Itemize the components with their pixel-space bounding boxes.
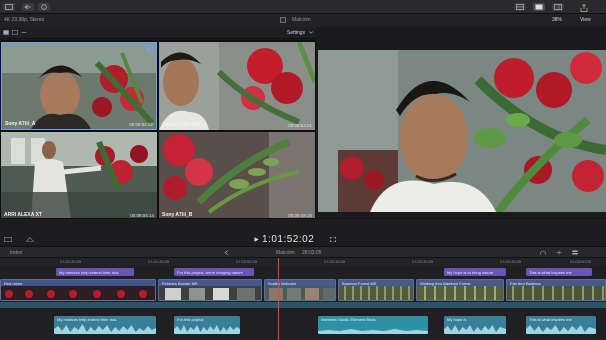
audio-only-icon[interactable] bbox=[21, 30, 27, 35]
angle-1[interactable]: 1 Sony A7iii_A 00:09:52:22 bbox=[1, 42, 157, 130]
layout-browser-icon[interactable] bbox=[514, 3, 526, 11]
top-toolbar bbox=[0, 0, 606, 14]
audio-clip[interactable]: My mentors help extend their trus bbox=[54, 316, 156, 334]
angle-2[interactable]: Canon C300 MII 00:09:53:01 bbox=[159, 42, 315, 130]
angle-index-badge: 1 bbox=[146, 45, 153, 52]
clip-name: My hope is bbox=[447, 317, 467, 322]
timeline-header: Index Malcolm 28:03:05 bbox=[0, 246, 606, 258]
title-clip[interactable]: My hope is to bring nature bbox=[444, 268, 506, 276]
audio-clip[interactable]: This is what inspires me bbox=[526, 316, 596, 334]
ruler-tick: 01:02:45:00 bbox=[500, 259, 522, 264]
back-history-icon[interactable] bbox=[224, 250, 229, 255]
ruler-tick: 01:02:00:00 bbox=[236, 259, 258, 264]
angle-viewer-toolbar: Settings bbox=[0, 27, 316, 39]
clip-name: Interview Studio Element Birds bbox=[321, 317, 376, 322]
clip-name: This is what inspires me bbox=[529, 317, 572, 322]
view-menu[interactable]: View bbox=[580, 17, 591, 23]
clip-name: Red roses bbox=[1, 280, 155, 286]
ruler-tick: 01:02:30:00 bbox=[412, 259, 434, 264]
clip-name: For this project bbox=[177, 317, 204, 322]
angle-name: Sony A7iii_A bbox=[5, 121, 36, 127]
clip-format-info: 4K 23.98p, Stereo bbox=[4, 17, 45, 23]
playhead-timecode: 1:01:52:02 bbox=[262, 234, 315, 245]
library-icon[interactable] bbox=[3, 3, 15, 11]
playhead[interactable] bbox=[278, 258, 279, 340]
angle-viewer: 1 Sony A7iii_A 00:09:52:22 Canon C300 MI… bbox=[0, 40, 316, 231]
viewer-title: Malcolm bbox=[292, 17, 311, 23]
clip-name: Fan thru Bamboo bbox=[507, 280, 605, 286]
project-name: Malcolm bbox=[276, 250, 295, 256]
browser-header: 4K 23.98p, Stereo bbox=[0, 14, 316, 27]
timeline: My mentors help extend their trus For th… bbox=[0, 266, 606, 340]
audio-clip[interactable]: For this project bbox=[174, 316, 240, 334]
title-clip[interactable]: For this project, we're bringing nature bbox=[174, 268, 254, 276]
title-clip[interactable]: My mentors help extend their trus bbox=[56, 268, 134, 276]
play-icon[interactable] bbox=[254, 237, 259, 242]
viewer-header: Malcolm 38% View bbox=[280, 14, 606, 27]
ruler-tick: 01:02:15:00 bbox=[324, 259, 346, 264]
timeline-index-button[interactable]: Index bbox=[10, 250, 22, 256]
import-icon[interactable] bbox=[22, 3, 34, 11]
fullscreen-icon[interactable] bbox=[330, 237, 336, 242]
viewer-image[interactable] bbox=[318, 50, 606, 212]
video-only-icon[interactable] bbox=[12, 30, 18, 35]
storyline-audio[interactable] bbox=[0, 302, 606, 308]
angle-name: Canon C300 MII bbox=[162, 122, 200, 128]
chevron-down-icon bbox=[309, 31, 313, 34]
film-icon bbox=[280, 17, 286, 23]
ruler-tick: 01:01:45:00 bbox=[148, 259, 170, 264]
video-audio-switch-icon[interactable] bbox=[3, 30, 9, 35]
angle-editor-icon[interactable] bbox=[4, 237, 12, 242]
clip-name: Scales Malcolm bbox=[265, 280, 335, 286]
project-duration: 28:03:05 bbox=[302, 250, 322, 256]
transform-icon[interactable] bbox=[26, 237, 34, 242]
video-clip[interactable]: Scales Malcolm bbox=[264, 279, 336, 301]
video-clip[interactable]: Bamboo Forest MS bbox=[338, 279, 414, 301]
ruler-tick: 01:03:00:00 bbox=[570, 259, 592, 264]
video-clip[interactable]: Finishes Bundle MS bbox=[158, 279, 262, 301]
clip-name: My mentors help extend their trus bbox=[57, 317, 117, 322]
clip-name: Finishes Bundle MS bbox=[159, 280, 261, 286]
layout-inspector-icon[interactable] bbox=[552, 3, 564, 11]
audio-clip[interactable]: Interview Studio Element Birds bbox=[318, 316, 428, 334]
headphones-icon[interactable] bbox=[540, 250, 546, 255]
angle-3[interactable]: ARRI ALEXA XT 00:09:04:14 bbox=[1, 132, 157, 220]
video-clip[interactable]: Fan thru Bamboo bbox=[506, 279, 606, 301]
title-clip[interactable]: This is what inspires me bbox=[526, 268, 592, 276]
ruler-tick: 01:01:30:00 bbox=[60, 259, 82, 264]
audio-clip[interactable]: My hope is bbox=[444, 316, 506, 334]
layout-viewer-icon[interactable] bbox=[533, 3, 545, 11]
video-clip[interactable]: Walking thru Bamboo Forest bbox=[416, 279, 504, 301]
video-clip[interactable]: Red roses bbox=[0, 279, 156, 301]
angle-timecode: 00:09:52:22 bbox=[129, 122, 153, 127]
clip-appearance-icon[interactable] bbox=[572, 250, 578, 255]
clip-name: Bamboo Forest MS bbox=[339, 280, 413, 286]
share-icon[interactable] bbox=[578, 3, 590, 12]
keywords-icon[interactable] bbox=[38, 3, 50, 11]
clip-name: Walking thru Bamboo Forest bbox=[417, 280, 503, 286]
settings-menu[interactable]: Settings bbox=[287, 30, 305, 36]
snapping-icon[interactable] bbox=[556, 250, 562, 255]
zoom-level[interactable]: 38% bbox=[552, 17, 562, 23]
angle-timecode: 00:09:53:01 bbox=[288, 123, 312, 128]
angle-4[interactable]: Sony A7iii_B 00:09:49:15 bbox=[159, 132, 315, 220]
timeline-ruler[interactable]: 01:01:30:00 01:01:45:00 01:02:00:00 01:0… bbox=[0, 258, 606, 266]
